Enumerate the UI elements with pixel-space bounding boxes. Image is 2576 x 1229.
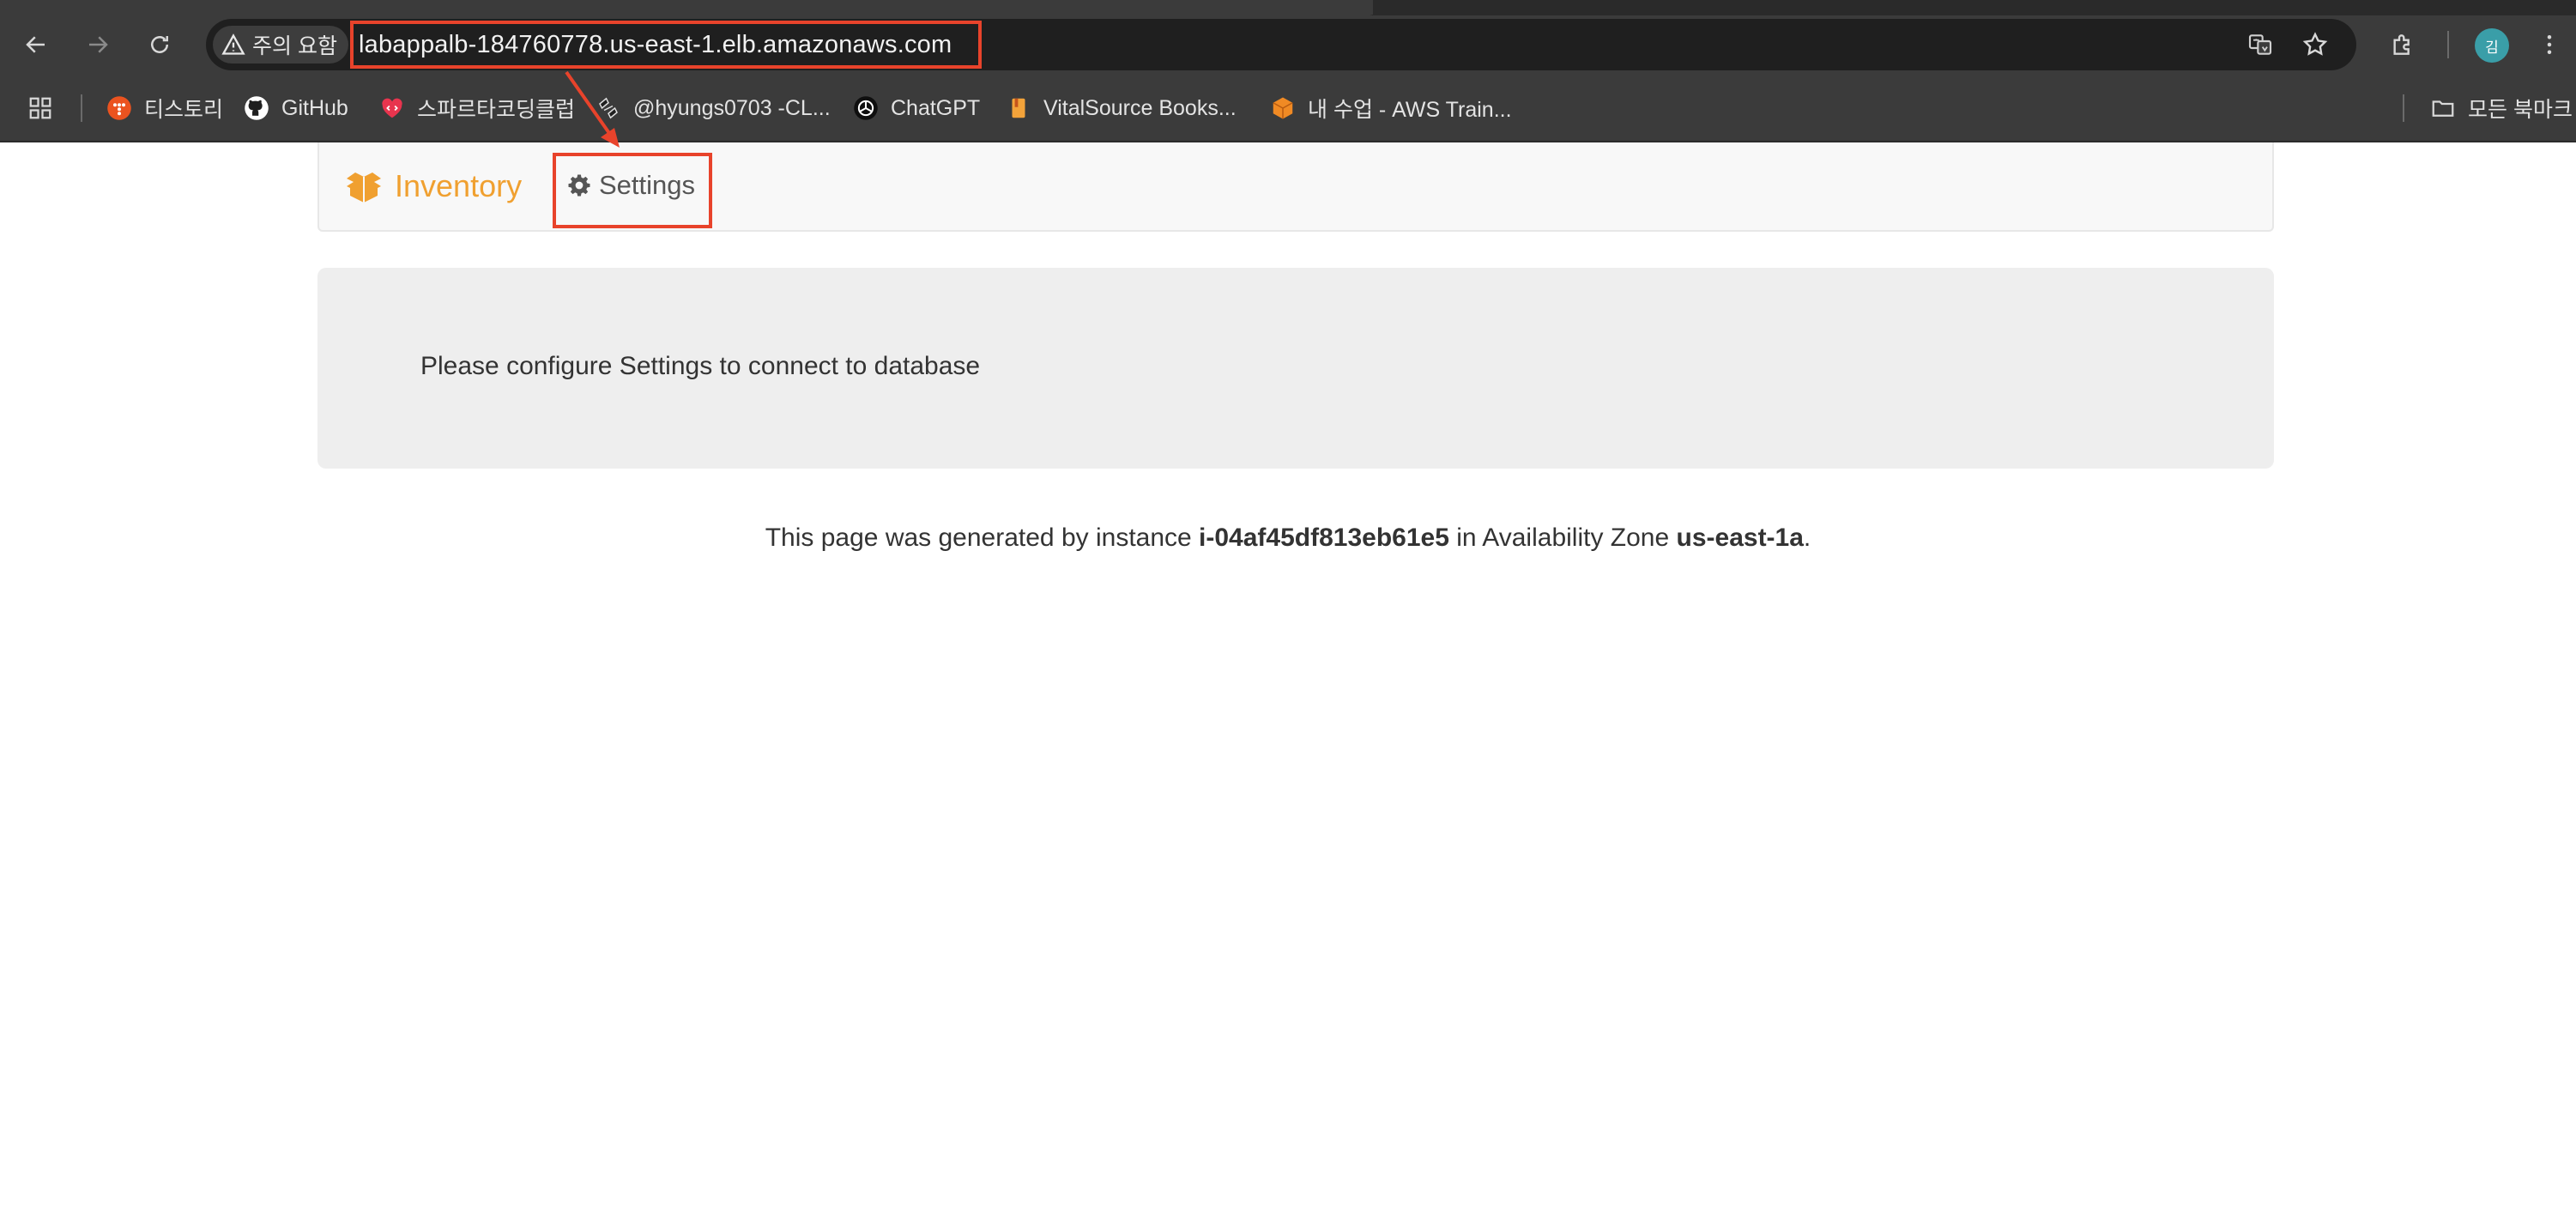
bookmarks-divider: [81, 94, 82, 122]
chatgpt-icon: [853, 95, 879, 121]
instance-id: i-04af45df813eb61e5: [1199, 524, 1449, 552]
bookmark-chatgpt[interactable]: ChatGPT: [853, 88, 980, 129]
bookmarks-divider-right: [2403, 94, 2404, 122]
aws-training-icon: [1270, 95, 1296, 121]
security-label: 주의 요함: [252, 34, 337, 58]
hyungs-icon: [596, 95, 621, 121]
url-annotation-box: [350, 21, 982, 69]
active-tab[interactable]: [0, 0, 1382, 15]
arrow-right-icon: [89, 36, 108, 53]
configure-message: Please configure Settings to connect to …: [420, 352, 981, 380]
brand-label: Inventory: [395, 168, 523, 203]
security-chip[interactable]: 주의 요함: [213, 26, 348, 64]
spartacoding-icon: [379, 95, 405, 121]
instance-footer: This page was generated by instance i-04…: [765, 524, 1811, 552]
github-icon: [244, 95, 269, 121]
back-button[interactable]: [17, 26, 55, 64]
bookmark-aws-training[interactable]: 내 수업 - AWS Train...: [1270, 88, 1512, 129]
vitalsource-icon: [1006, 95, 1031, 121]
settings-annotation-box: [553, 153, 712, 228]
bookmark-tistory[interactable]: 티스토리: [106, 88, 223, 129]
all-bookmarks-folder[interactable]: 모든 북마크: [2430, 88, 2573, 129]
tab-strip: [0, 0, 2576, 15]
reload-button[interactable]: [141, 26, 178, 64]
star-icon: [2302, 32, 2328, 56]
toolbar-divider: [2447, 31, 2449, 58]
tistory-icon: [106, 95, 132, 121]
apps-button[interactable]: [27, 88, 65, 129]
box-open-icon: [347, 173, 381, 203]
bookmark-github[interactable]: GitHub: [244, 88, 348, 129]
bookmark-star-button[interactable]: [2298, 27, 2332, 62]
brand-link[interactable]: Inventory: [345, 168, 522, 204]
folder-icon: [2430, 95, 2456, 121]
bookmark-vitalsource[interactable]: VitalSource Books...: [1006, 88, 1237, 129]
inactive-tab-area[interactable]: [1373, 0, 2576, 15]
warning-icon: [221, 33, 245, 55]
menu-button[interactable]: [2537, 27, 2562, 62]
forward-button[interactable]: [79, 26, 117, 64]
availability-zone: us-east-1a: [1676, 524, 1804, 552]
kebab-menu-icon: [2547, 35, 2552, 54]
bookmark-spartacoding[interactable]: 스파르타코딩클럽: [379, 88, 575, 129]
extensions-button[interactable]: [2386, 27, 2420, 62]
apps-grid-icon: [27, 95, 53, 121]
bookmark-hyungs[interactable]: @hyungs0703 -CL...: [596, 88, 831, 129]
translate-icon: [2248, 34, 2272, 55]
puzzle-icon: [2393, 34, 2410, 55]
reload-icon: [151, 36, 168, 53]
translate-button[interactable]: [2243, 27, 2277, 62]
arrow-left-icon: [26, 36, 45, 53]
profile-avatar[interactable]: 김: [2475, 28, 2509, 63]
